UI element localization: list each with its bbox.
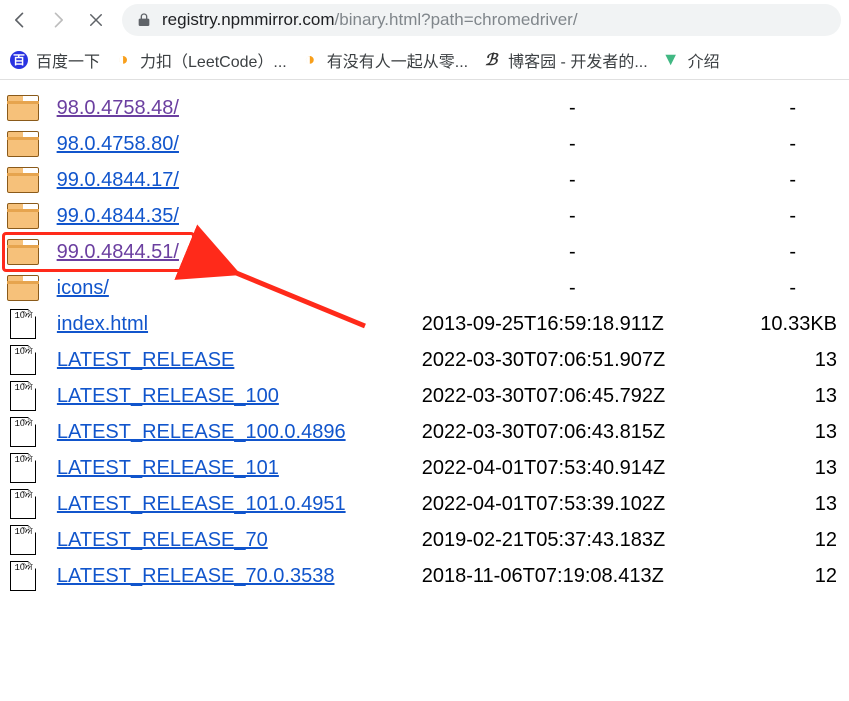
entry-size: 13 (748, 349, 837, 372)
folder-icon (6, 165, 41, 195)
entry-link[interactable]: 99.0.4844.17/ (57, 169, 179, 191)
entry-size: 12 (748, 529, 837, 552)
url-text: registry.npmmirror.com/binary.html?path=… (162, 10, 578, 30)
entry-date: - (419, 277, 733, 300)
directory-listing: 98.0.4758.48/--98.0.4758.80/--99.0.4844.… (0, 80, 849, 594)
entry-date: 2022-03-30T07:06:51.907Z (422, 349, 732, 372)
bookmark-leetcode[interactable]: ◑力扣（LeetCode）... (114, 48, 287, 72)
file-icon (6, 453, 41, 483)
bookmark-cnblogs[interactable]: ℬ博客园 - 开发者的... (482, 48, 648, 72)
bookmark-label: 介绍 (688, 48, 720, 72)
bookmark-vue[interactable]: ▼介绍 (662, 48, 720, 72)
entry-link[interactable]: LATEST_RELEASE_100.0.4896 (57, 421, 346, 443)
entry-link[interactable]: LATEST_RELEASE_101.0.4951 (57, 493, 346, 515)
entry-size: 12 (748, 565, 837, 588)
listing-row: LATEST_RELEASE_70 2019-02-21T05:37:43.183… (6, 522, 837, 558)
address-bar[interactable]: registry.npmmirror.com/binary.html?path=… (122, 4, 841, 36)
bookmark-label: 有没有人一起从零... (327, 48, 468, 72)
entry-date: 2022-04-01T07:53:40.914Z (422, 457, 732, 480)
entry-link[interactable]: LATEST_RELEASE (57, 349, 234, 371)
file-icon (6, 345, 41, 375)
entry-date: 2019-02-21T05:37:43.183Z (422, 529, 732, 552)
bookmark-label: 力扣（LeetCode）... (140, 48, 287, 72)
listing-row: LATEST_RELEASE_70.0.3538 2018-11-06T07:19… (6, 558, 837, 594)
entry-link[interactable]: 98.0.4758.48/ (57, 97, 179, 119)
bookmark-label: 百度一下 (36, 48, 100, 72)
bookmark-zhihu[interactable]: ◑有没有人一起从零... (301, 48, 468, 72)
entry-date: 2022-03-30T07:06:43.815Z (422, 421, 732, 444)
entry-size: 10.33KB (748, 313, 837, 336)
back-button[interactable] (8, 8, 32, 32)
file-icon (6, 381, 41, 411)
entry-date: - (419, 97, 733, 120)
entry-date: - (419, 241, 733, 264)
entry-size: - (749, 205, 838, 228)
folder-icon (6, 93, 41, 123)
entry-link[interactable]: 98.0.4758.80/ (57, 133, 179, 155)
page-content: 98.0.4758.48/--98.0.4758.80/--99.0.4844.… (0, 80, 849, 594)
entry-size: 13 (748, 421, 837, 444)
entry-link[interactable]: LATEST_RELEASE_101 (57, 457, 279, 479)
listing-row: 98.0.4758.48/ -- (6, 90, 837, 126)
entry-size: - (749, 133, 838, 156)
entry-link[interactable]: LATEST_RELEASE_70 (57, 529, 268, 551)
entry-size: - (749, 241, 838, 264)
listing-row: index.html 2013-09-25T16:59:18.911Z 10.33K… (6, 306, 837, 342)
entry-size: 13 (748, 457, 837, 480)
bookmarks-bar: 百百度一下 ◑力扣（LeetCode）... ◑有没有人一起从零... ℬ博客园 - … (0, 40, 849, 80)
entry-date: 2013-09-25T16:59:18.911Z (422, 313, 732, 336)
entry-date: 2022-04-01T07:53:39.102Z (422, 493, 732, 516)
forward-button[interactable] (46, 8, 70, 32)
file-icon (6, 417, 41, 447)
entry-link[interactable]: LATEST_RELEASE_100 (57, 385, 279, 407)
listing-row: LATEST_RELEASE 2022-03-30T07:06:51.907Z 13 (6, 342, 837, 378)
file-icon (6, 561, 41, 591)
entry-date: 2022-03-30T07:06:45.792Z (422, 385, 732, 408)
listing-row: LATEST_RELEASE_101 2022-04-01T07:53:40.91… (6, 450, 837, 486)
entry-link[interactable]: index.html (57, 313, 148, 335)
listing-row: icons/ -- (6, 270, 837, 306)
listing-row: LATEST_RELEASE_100 2022-03-30T07:06:45.79… (6, 378, 837, 414)
entry-date: - (419, 133, 733, 156)
bookmark-label: 博客园 - 开发者的... (508, 48, 648, 72)
entry-link[interactable]: LATEST_RELEASE_70.0.3538 (57, 565, 335, 587)
listing-row: LATEST_RELEASE_101.0.4951 2022-04-01T07:5… (6, 486, 837, 522)
listing-row: 99.0.4844.35/ -- (6, 198, 837, 234)
folder-icon (6, 129, 41, 159)
entry-size: - (749, 277, 838, 300)
entry-size: - (749, 169, 838, 192)
entry-date: 2018-11-06T07:19:08.413Z (422, 565, 732, 588)
folder-icon (6, 273, 41, 303)
listing-row: 99.0.4844.17/ -- (6, 162, 837, 198)
stop-reload-button[interactable] (84, 8, 108, 32)
entry-size: 13 (748, 385, 837, 408)
file-icon (6, 489, 41, 519)
listing-row: 98.0.4758.80/ -- (6, 126, 837, 162)
folder-icon (6, 201, 41, 231)
listing-row: LATEST_RELEASE_100.0.4896 2022-03-30T07:0… (6, 414, 837, 450)
url-path: /binary.html?path=chromedriver/ (335, 10, 578, 29)
url-domain: registry.npmmirror.com (162, 10, 335, 29)
file-icon (6, 309, 41, 339)
entry-link[interactable]: 99.0.4844.51/ (57, 241, 179, 263)
browser-toolbar: registry.npmmirror.com/binary.html?path=… (0, 0, 849, 40)
file-icon (6, 525, 41, 555)
entry-date: - (419, 205, 733, 228)
entry-size: 13 (748, 493, 837, 516)
entry-link[interactable]: icons/ (57, 277, 109, 299)
folder-icon (6, 237, 41, 267)
listing-row: 99.0.4844.51/ -- (6, 234, 837, 270)
lock-icon (136, 12, 152, 28)
entry-size: - (749, 97, 838, 120)
entry-date: - (419, 169, 733, 192)
bookmark-baidu[interactable]: 百百度一下 (10, 48, 100, 72)
entry-link[interactable]: 99.0.4844.35/ (57, 205, 179, 227)
